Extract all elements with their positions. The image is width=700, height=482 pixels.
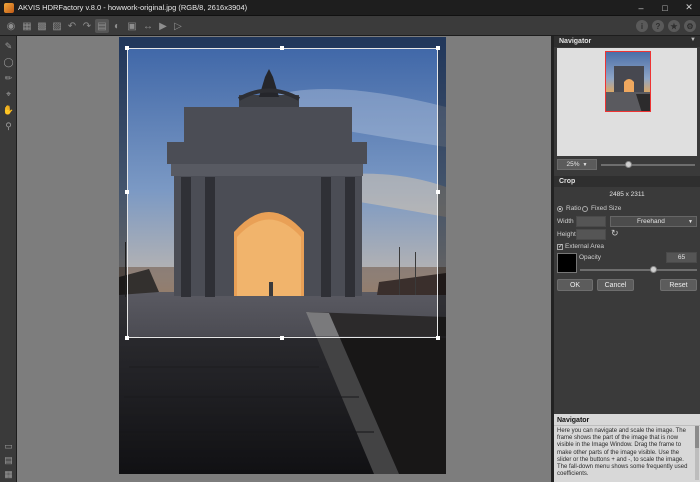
zoom-slider[interactable] [601,164,695,166]
crop-shade-bottom [119,338,446,474]
crop-handle-bottom-left[interactable] [125,336,129,340]
crop-frame[interactable] [125,46,440,340]
crop-size-readout: 2485 x 2311 [607,189,647,200]
close-button[interactable]: ✕ [682,2,696,13]
crop-handle-top-right[interactable] [436,46,440,50]
eraser-icon[interactable]: ◯ [2,56,15,69]
rotate-orientation-icon[interactable]: ↻ [611,228,619,239]
brush-icon[interactable]: ✎ [2,40,15,53]
external-area-checkbox[interactable]: ✓ [557,244,563,250]
print-icon[interactable]: ▨ [50,19,64,33]
forward-icon[interactable]: ▶ [156,19,170,33]
undo-icon[interactable]: ↶ [65,19,79,33]
thumbnail-arch-illustration [606,66,650,111]
navigator-preview[interactable] [557,48,697,156]
run-icon[interactable]: ▷ [171,19,185,33]
help-scrollbar[interactable] [695,426,699,480]
navigator-title: Navigator [559,38,592,45]
crop-title: Crop [559,178,576,185]
zoom-slider-thumb[interactable] [625,161,632,168]
ratio-radio[interactable] [557,206,563,212]
opacity-value[interactable]: 65 [666,252,697,263]
minimize-button[interactable]: – [634,2,648,13]
help-scrollbar-thumb[interactable] [695,426,699,448]
view-icon[interactable]: ▤ [2,454,15,467]
ok-button[interactable]: OK [557,279,593,291]
crop-section: Crop 2485 x 2311 Ratio Fixed Size Width … [554,176,700,291]
fixed-size-label: Fixed Size [591,205,622,212]
image-window[interactable] [17,36,551,482]
external-area-label: External Area [565,243,605,250]
settings-icon[interactable]: ▤ [95,19,109,33]
navigator-thumbnail[interactable] [605,51,651,112]
crop-handle-right[interactable] [436,190,440,194]
chevron-down-icon: ▼ [688,218,693,225]
zoom-value: 25% [566,161,580,168]
crop-header: Crop [554,176,700,187]
open-icon[interactable]: ◉ [4,19,18,33]
cancel-button[interactable]: Cancel [597,279,634,291]
tools-panel: ✎ ◯ ✏ ⌖ ✋ ⚲ ▭ ▤ ▦ [0,36,17,482]
opacity-slider-thumb[interactable] [650,266,657,273]
settings-panel: Navigator ▼ 25% ▼ Crop 2485 x 2311 Ratio… [554,36,700,482]
external-area-color-swatch[interactable] [557,253,577,273]
window-title: AKVIS HDRFactory v.8.0 - howwork-origina… [18,3,248,12]
zoom-icon[interactable]: ⚲ [2,120,15,133]
photo[interactable] [119,37,446,474]
opacity-label: Opacity [579,254,602,261]
history-brush-icon[interactable]: ✏ [2,72,15,85]
crop-handle-left[interactable] [125,190,129,194]
help-icon[interactable]: ? [652,20,664,32]
chevron-down-icon: ▼ [582,161,588,168]
height-label: Height [557,231,576,238]
about-icon[interactable]: ★ [668,20,680,32]
grid-icon[interactable]: ▦ [2,468,15,481]
compare-icon[interactable]: ◐ [110,19,124,33]
help-title: Navigator [554,414,700,426]
title-bar: AKVIS HDRFactory v.8.0 - howwork-origina… [0,0,700,16]
toolbar: ◉ ▦ ▩ ▨ ↶ ↷ ▤ ◐ ▣ ↔ ▶ ▷ i ? ★ ⚙ [0,16,700,36]
batch-icon[interactable]: ▩ [35,19,49,33]
opacity-slider[interactable] [580,269,697,271]
hand-icon[interactable]: ✋ [2,104,15,117]
help-panel: Navigator Here you can navigate and scal… [554,414,700,482]
preview-icon[interactable]: ▣ [125,19,139,33]
preset-value: Freehand [637,218,665,225]
ratio-label: Ratio [566,205,582,212]
crop-handle-bottom-right[interactable] [436,336,440,340]
width-label: Width [557,218,574,225]
maximize-button[interactable]: □ [658,2,672,13]
reset-button[interactable]: Reset [660,279,697,291]
crop-handle-top[interactable] [280,46,284,50]
fixed-size-radio[interactable] [582,206,588,212]
crop-handle-top-left[interactable] [125,46,129,50]
height-field[interactable] [576,229,606,240]
width-field[interactable] [576,216,606,227]
preset-select[interactable]: Freehand ▼ [610,216,697,227]
redo-icon[interactable]: ↷ [80,19,94,33]
zoom-select[interactable]: 25% ▼ [557,159,597,170]
help-text: Here you can navigate and scale the imag… [557,428,688,478]
back-icon[interactable]: ↔ [141,19,155,33]
info-icon[interactable]: i [636,20,648,32]
navigator-header: Navigator ▼ [554,36,700,47]
crop-handle-bottom[interactable] [280,336,284,340]
app-logo-icon [4,2,14,13]
layers-icon[interactable]: ▭ [2,440,15,453]
preferences-icon[interactable]: ⚙ [684,20,696,32]
chevron-down-icon[interactable]: ▼ [690,37,696,43]
zoom-row: 25% ▼ [557,159,697,170]
crop-icon[interactable]: ⌖ [2,88,15,101]
save-icon[interactable]: ▦ [20,19,34,33]
